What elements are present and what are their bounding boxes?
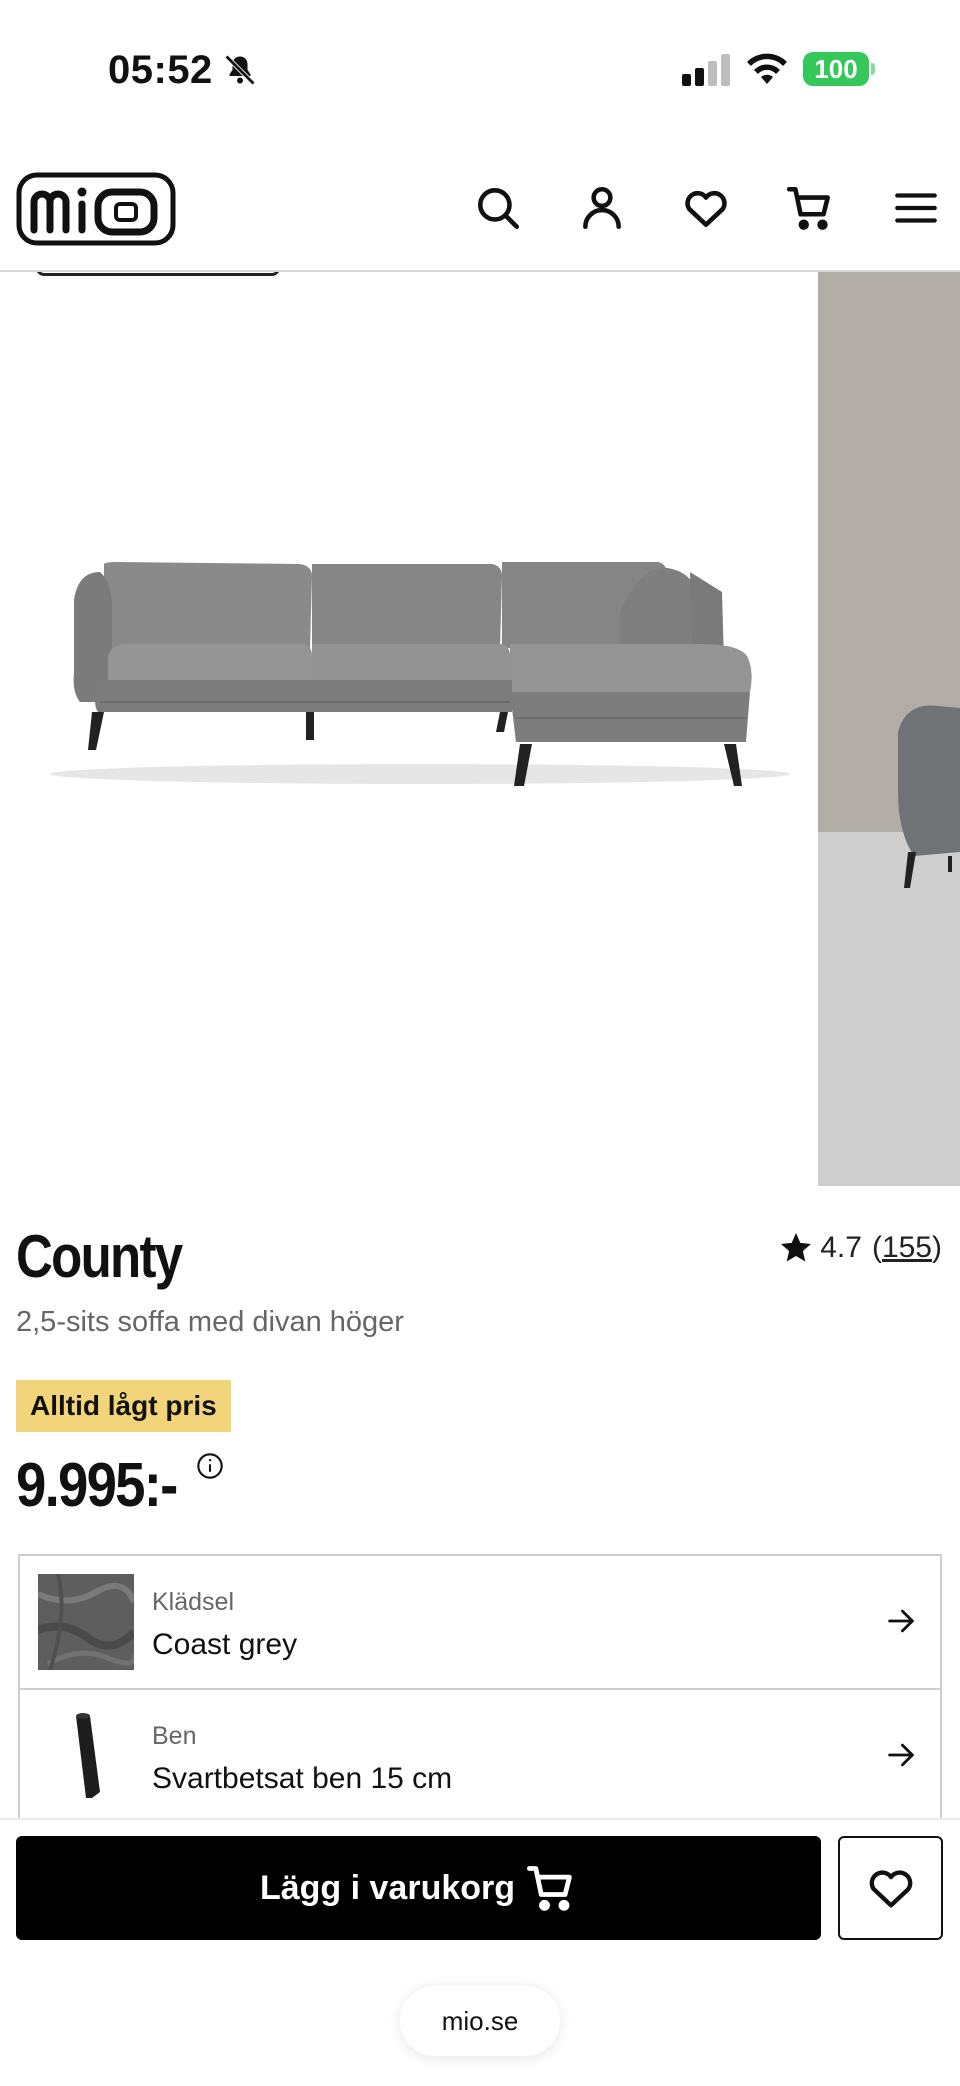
option-label: Ben xyxy=(152,1722,197,1750)
option-value: Coast grey xyxy=(152,1628,298,1661)
option-label: Klädsel xyxy=(152,1588,234,1616)
cart-icon xyxy=(526,1866,572,1911)
option-value: Svartbetsat ben 15 cm xyxy=(152,1762,453,1795)
room-photo-preview xyxy=(818,272,960,1186)
menu-icon xyxy=(895,193,937,223)
review-count[interactable]: (155) xyxy=(872,1231,942,1265)
status-bar: 05:52 100 xyxy=(0,0,960,140)
browser-url-bar[interactable]: mio.se xyxy=(400,1986,560,2056)
rating-value: 4.7 xyxy=(820,1231,862,1264)
fabric-swatch xyxy=(38,1574,134,1670)
mio-logo[interactable] xyxy=(16,172,176,246)
bell-slash-icon xyxy=(224,54,256,86)
signal-icon xyxy=(682,54,730,86)
add-to-cart-label: Lägg i varukorg xyxy=(259,1868,516,1907)
product-title: County xyxy=(16,1223,183,1290)
product-image[interactable] xyxy=(0,272,818,1186)
price-badge: Alltid lågt pris xyxy=(16,1380,231,1432)
gallery-label-outline xyxy=(36,272,280,276)
search-icon xyxy=(478,188,520,230)
arrow-right-icon xyxy=(888,1609,914,1633)
add-to-cart-button[interactable]: Lägg i varukorg xyxy=(16,1836,821,1940)
add-to-wishlist-button[interactable] xyxy=(838,1836,943,1940)
account-icon xyxy=(583,186,621,230)
status-time: 05:52 xyxy=(108,48,213,92)
arrow-right-icon xyxy=(888,1743,914,1767)
leg-image xyxy=(38,1708,134,1804)
battery-icon: 100 xyxy=(803,52,875,86)
search-button[interactable] xyxy=(470,180,526,236)
wifi-icon xyxy=(747,53,787,84)
heart-icon xyxy=(685,190,727,227)
wishlist-header-button[interactable] xyxy=(678,180,734,236)
sofa-illustration xyxy=(50,562,790,786)
review-count-link[interactable]: 155 xyxy=(882,1231,932,1264)
product-options: Klädsel Coast grey Ben Svartbetsat ben 1… xyxy=(18,1554,942,1820)
product-rating[interactable]: 4.7 (155) xyxy=(778,1230,942,1266)
info-icon[interactable] xyxy=(196,1452,224,1480)
menu-button[interactable] xyxy=(888,180,944,236)
star-icon xyxy=(781,1233,812,1262)
cart-icon xyxy=(786,186,830,230)
product-price: 9.995:- xyxy=(16,1451,178,1520)
bottom-action-bar: Lägg i varukorg mio.se xyxy=(0,1818,960,2086)
account-button[interactable] xyxy=(574,180,630,236)
heart-icon xyxy=(869,1870,912,1908)
option-upholstery[interactable]: Klädsel Coast grey xyxy=(20,1556,940,1690)
product-gallery[interactable] xyxy=(0,272,960,1186)
cart-button[interactable] xyxy=(782,180,838,236)
option-legs[interactable]: Ben Svartbetsat ben 15 cm xyxy=(20,1690,940,1820)
next-product-image[interactable] xyxy=(818,272,960,1186)
site-header xyxy=(0,140,960,272)
product-subtitle: 2,5-sits soffa med divan höger xyxy=(16,1306,404,1338)
